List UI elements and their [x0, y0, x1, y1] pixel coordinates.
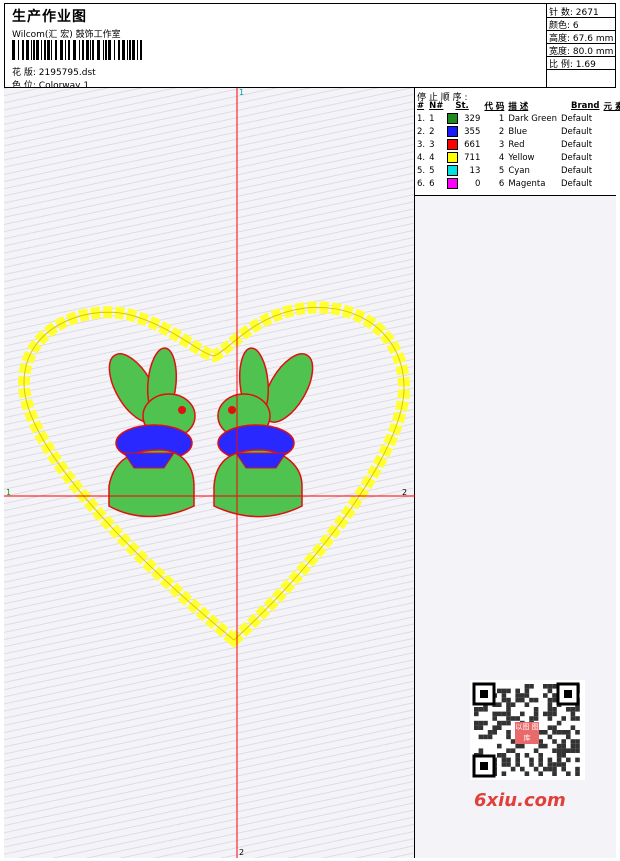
col-code: 代 码: [484, 102, 505, 112]
color-swatch: [447, 152, 459, 163]
row-index: 6.: [417, 178, 426, 189]
row-code: 3: [498, 139, 505, 150]
row-brand: Default: [560, 139, 593, 150]
page-title: 生产作业图: [12, 9, 87, 25]
row-needle: 1: [429, 113, 435, 124]
col-description: 描 述: [508, 102, 529, 112]
right-bunny: [213, 347, 314, 518]
row-element: [602, 151, 620, 164]
row-description: Magenta: [508, 178, 546, 189]
row-stitches: 355: [445, 125, 482, 138]
row-description: Cyan: [508, 165, 530, 176]
row-needle: 6: [429, 178, 435, 189]
row-brand: Default: [560, 165, 593, 176]
row-element: [602, 138, 620, 151]
left-bunny: [108, 347, 196, 518]
row-needle: 4: [429, 152, 435, 163]
table-row[interactable]: 1. 1 329 1 Dark Green Default: [415, 112, 620, 125]
axis-label-top: 1: [239, 88, 245, 97]
row-needle: 5: [429, 165, 435, 176]
barcode: [12, 40, 142, 60]
axis-label-right: 2: [402, 488, 408, 497]
watermark-stamp: 以图 图库: [515, 722, 539, 744]
software-subtitle: Wilcom(汇 宏) 鼓饰工作室: [12, 30, 121, 40]
row-stitches: 329: [445, 112, 482, 125]
design-label: 花 版:: [12, 68, 36, 78]
row-index: 2.: [417, 126, 426, 137]
color-swatch: [447, 178, 459, 189]
table-row[interactable]: 5. 5 13 5 Cyan Default: [415, 164, 620, 177]
row-needle: 2: [429, 126, 435, 137]
row-brand: Default: [560, 178, 593, 189]
row-description: Yellow: [508, 152, 535, 163]
row-element: [602, 112, 620, 125]
row-description: Blue: [508, 126, 528, 137]
table-row[interactable]: 3. 3 661 3 Red Default: [415, 138, 620, 151]
color-swatch: [447, 113, 459, 124]
row-needle: 3: [429, 139, 435, 150]
row-element: [602, 177, 620, 190]
heart-outline: [17, 301, 411, 648]
row-brand: Default: [560, 113, 593, 124]
axis-label-bottom: 2: [239, 848, 245, 857]
row-element: [602, 125, 620, 138]
row-stitches: 0: [445, 177, 482, 190]
table-row[interactable]: 6. 6 0 6 Magenta Default: [415, 177, 620, 190]
row-index: 3.: [417, 139, 426, 150]
stop-sequence-table: # N# St. 代 码 描 述 Brand 元 素 1. 1 329 1 Dark G…: [415, 100, 620, 190]
header-panel: 生产作业图 Wilcom(汇 宏) 鼓饰工作室 花 版: 2195795.dst…: [4, 3, 547, 91]
row-stitches: 661: [445, 138, 482, 151]
table-row[interactable]: 4. 4 711 4 Yellow Default: [415, 151, 620, 164]
table-header-row: # N# St. 代 码 描 述 Brand 元 素: [415, 100, 620, 112]
row-index: 1.: [417, 113, 426, 124]
row-code: 2: [498, 126, 505, 137]
row-index: 4.: [417, 152, 426, 163]
axis-label-left: 1: [6, 488, 12, 497]
design-canvas[interactable]: 1 2 1 2: [4, 88, 415, 858]
row-brand: Default: [560, 152, 593, 163]
table-row[interactable]: 2. 2 355 2 Blue Default: [415, 125, 620, 138]
color-swatch: [447, 139, 459, 150]
row-code: 4: [498, 152, 505, 163]
row-element: [602, 164, 620, 177]
row-code: 5: [498, 165, 505, 176]
row-index: 5.: [417, 165, 426, 176]
design-file-line: 花 版: 2195795.dst: [12, 65, 96, 78]
stat-divider: [547, 69, 616, 70]
stop-sequence-panel: 停 止 顺 序 : # N# St. 代 码 描 述 Brand 元 素 1. 1…: [415, 88, 620, 196]
col-stitches: St.: [455, 101, 469, 111]
col-brand: Brand: [570, 101, 600, 111]
color-swatch: [447, 165, 459, 176]
design-value: 2195795.dst: [38, 68, 96, 78]
color-swatch: [447, 126, 459, 137]
row-stitches: 13: [445, 164, 482, 177]
watermark-logo: 6xiu.com: [474, 790, 566, 811]
row-code: 6: [498, 178, 505, 189]
col-index: #: [417, 101, 425, 111]
embroidery-preview: [4, 88, 415, 858]
row-stitches: 711: [445, 151, 482, 164]
row-code: 1: [498, 113, 505, 124]
row-brand: Default: [560, 126, 593, 137]
row-description: Dark Green: [508, 113, 557, 124]
row-description: Red: [508, 139, 525, 150]
col-needle: N#: [429, 101, 444, 111]
col-element: 元 素: [603, 102, 620, 112]
